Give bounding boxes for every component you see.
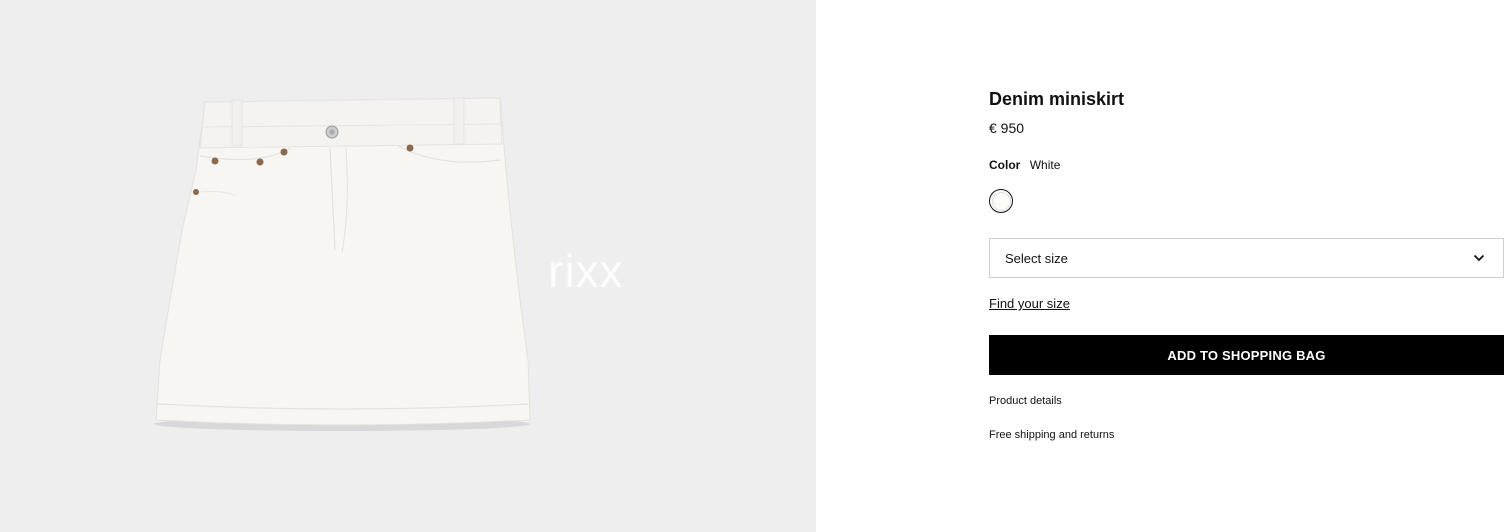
color-row: Color White <box>989 158 1060 172</box>
watermark-text: rixx <box>548 245 624 297</box>
product-price: € 950 <box>989 120 1025 136</box>
size-select[interactable]: Select size <box>989 238 1504 278</box>
product-image <box>154 97 531 431</box>
shipping-returns-link[interactable]: Free shipping and returns <box>989 429 1114 441</box>
chevron-down-icon <box>1473 254 1485 262</box>
product-info-panel: Denim miniskirt € 950 Color White Select… <box>816 0 1504 532</box>
product-gallery: rixx <box>0 0 816 532</box>
find-your-size-link[interactable]: Find your size <box>989 296 1070 311</box>
product-details-link[interactable]: Product details <box>989 395 1062 407</box>
add-to-bag-button[interactable]: ADD TO SHOPPING BAG <box>989 335 1504 375</box>
size-select-label: Select size <box>1005 250 1068 266</box>
color-swatch-white[interactable] <box>989 189 1013 213</box>
color-label: Color <box>989 158 1021 172</box>
product-title: Denim miniskirt <box>989 89 1125 109</box>
color-value: White <box>1029 158 1061 172</box>
